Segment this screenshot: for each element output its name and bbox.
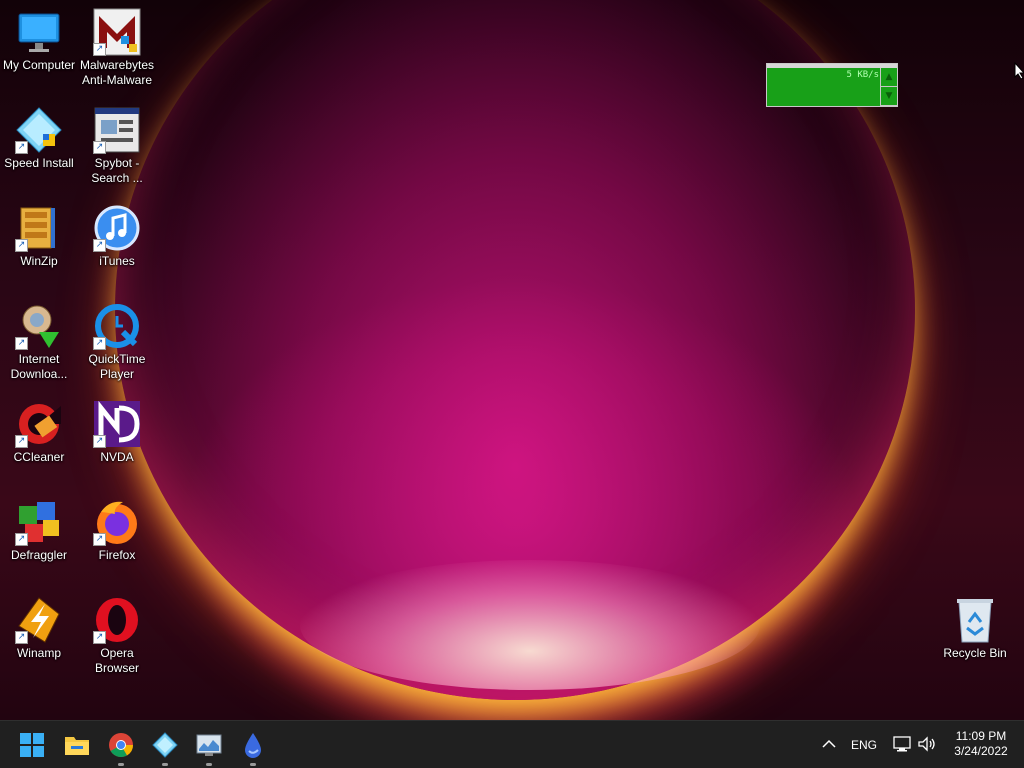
taskbar-chrome[interactable] <box>107 731 135 766</box>
desktop-icon-my-computer[interactable]: My Computer <box>0 8 78 73</box>
taskbar-speed-install[interactable] <box>151 731 179 766</box>
desktop-icon-defraggler[interactable]: ↗ Defraggler <box>0 498 78 563</box>
icon-label: WinZip <box>20 254 58 268</box>
chevron-up-icon <box>822 739 836 748</box>
network-status-button[interactable] <box>892 735 912 753</box>
wallpaper-glow <box>300 560 760 690</box>
shortcut-arrow-icon: ↗ <box>93 141 106 154</box>
running-indicator <box>162 763 168 766</box>
water-drop-icon <box>245 733 261 758</box>
shortcut-arrow-icon: ↗ <box>15 239 28 252</box>
shortcut-arrow-icon: ↗ <box>15 631 28 644</box>
desktop-icon-ccleaner[interactable]: ↗ CCleaner <box>0 400 78 465</box>
taskbar-file-explorer[interactable] <box>63 731 91 759</box>
ccleaner-icon: ↗ <box>15 400 63 448</box>
shortcut-arrow-icon: ↗ <box>93 631 106 644</box>
monitor-app-icon <box>196 734 222 756</box>
running-indicator <box>118 763 124 766</box>
desktop-icon-spybot[interactable]: ↗ Spybot - Search ... <box>78 106 156 186</box>
opera-icon: ↗ <box>93 596 141 644</box>
icon-label: iTunes <box>99 254 135 268</box>
start-button[interactable] <box>18 731 46 759</box>
icon-label: CCleaner <box>13 450 65 464</box>
mouse-cursor-icon <box>1014 62 1024 80</box>
taskbar-monitor-app[interactable] <box>195 731 223 766</box>
icon-label: Opera Browser <box>94 646 139 675</box>
icon-label: Malwarebytes Anti-Malware <box>79 58 155 87</box>
speed-install-icon: ↗ <box>15 106 63 154</box>
monitor-icon <box>15 8 63 56</box>
show-hidden-icons-button[interactable] <box>820 735 838 753</box>
desktop-icon-winamp[interactable]: ↗ Winamp <box>0 596 78 661</box>
desktop-icon-speed-install[interactable]: ↗ Speed Install <box>0 106 78 171</box>
network-speed-text: 5 KB/s <box>846 70 879 80</box>
network-speed-widget[interactable]: 5 KB/s ▲ ▼ <box>766 63 898 107</box>
itunes-icon: ↗ <box>93 204 141 252</box>
shortcut-arrow-icon: ↗ <box>15 435 28 448</box>
file-explorer-icon <box>65 737 89 755</box>
shortcut-arrow-icon: ↗ <box>93 435 106 448</box>
speaker-icon <box>918 736 935 752</box>
winzip-icon: ↗ <box>15 204 63 252</box>
clock-time: 11:09 PM <box>955 729 1007 743</box>
desktop-icon-opera[interactable]: ↗ Opera Browser <box>78 596 156 676</box>
icon-label: Spybot - Search ... <box>91 156 143 185</box>
quicktime-icon: ↗ <box>93 302 141 350</box>
recycle-bin-icon <box>951 596 999 644</box>
firefox-icon: ↗ <box>93 498 141 546</box>
icon-label: Recycle Bin <box>943 646 1007 660</box>
speed-install-icon <box>152 732 178 758</box>
clock-date: 3/24/2022 <box>954 744 1008 758</box>
shortcut-arrow-icon: ↗ <box>93 43 106 56</box>
icon-label: QuickTime Player <box>88 352 146 381</box>
internet-download-manager-icon: ↗ <box>15 302 63 350</box>
icon-label: Speed Install <box>4 156 74 170</box>
running-indicator <box>206 763 212 766</box>
shortcut-arrow-icon: ↗ <box>93 533 106 546</box>
icon-label: NVDA <box>100 450 134 464</box>
shortcut-arrow-icon: ↗ <box>93 239 106 252</box>
winamp-icon: ↗ <box>15 596 63 644</box>
desktop-icon-recycle-bin[interactable]: Recycle Bin <box>936 596 1014 661</box>
malwarebytes-icon: ↗ <box>93 8 141 56</box>
shortcut-arrow-icon: ↗ <box>15 141 28 154</box>
language-indicator[interactable]: ENG <box>851 738 877 752</box>
spybot-icon: ↗ <box>93 106 141 154</box>
nvda-icon: ↗ <box>93 400 141 448</box>
clock-button[interactable]: 11:09 PM 3/24/2022 <box>946 729 1016 761</box>
widget-controls: ▲ ▼ <box>880 68 897 106</box>
shortcut-arrow-icon: ↗ <box>15 533 28 546</box>
start-icon <box>20 733 44 757</box>
taskbar-water-drop-app[interactable] <box>239 731 267 766</box>
widget-up-button[interactable]: ▲ <box>881 68 897 87</box>
icon-label: Defraggler <box>10 548 68 562</box>
icon-label: My Computer <box>2 58 76 72</box>
chrome-icon <box>109 733 133 758</box>
desktop-icon-winzip[interactable]: ↗ WinZip <box>0 204 78 269</box>
shortcut-arrow-icon: ↗ <box>93 337 106 350</box>
network-icon <box>893 736 911 752</box>
volume-button[interactable] <box>917 735 937 753</box>
defraggler-icon: ↗ <box>15 498 63 546</box>
desktop-icon-firefox[interactable]: ↗ Firefox <box>78 498 156 563</box>
desktop-icon-malwarebytes[interactable]: ↗ Malwarebytes Anti-Malware <box>78 8 156 88</box>
shortcut-arrow-icon: ↗ <box>15 337 28 350</box>
icon-label: Internet Downloa... <box>10 352 68 381</box>
desktop-icon-internet-download-manager[interactable]: ↗ Internet Downloa... <box>0 302 78 382</box>
icon-label: Firefox <box>98 548 136 562</box>
taskbar: ENG 11:09 PM 3/24/2022 <box>0 720 1024 768</box>
desktop-icon-itunes[interactable]: ↗ iTunes <box>78 204 156 269</box>
icon-label: Winamp <box>16 646 61 660</box>
desktop-icon-quicktime[interactable]: ↗ QuickTime Player <box>78 302 156 382</box>
running-indicator <box>250 763 256 766</box>
desktop-icon-nvda[interactable]: ↗ NVDA <box>78 400 156 465</box>
widget-down-button[interactable]: ▼ <box>881 87 897 106</box>
